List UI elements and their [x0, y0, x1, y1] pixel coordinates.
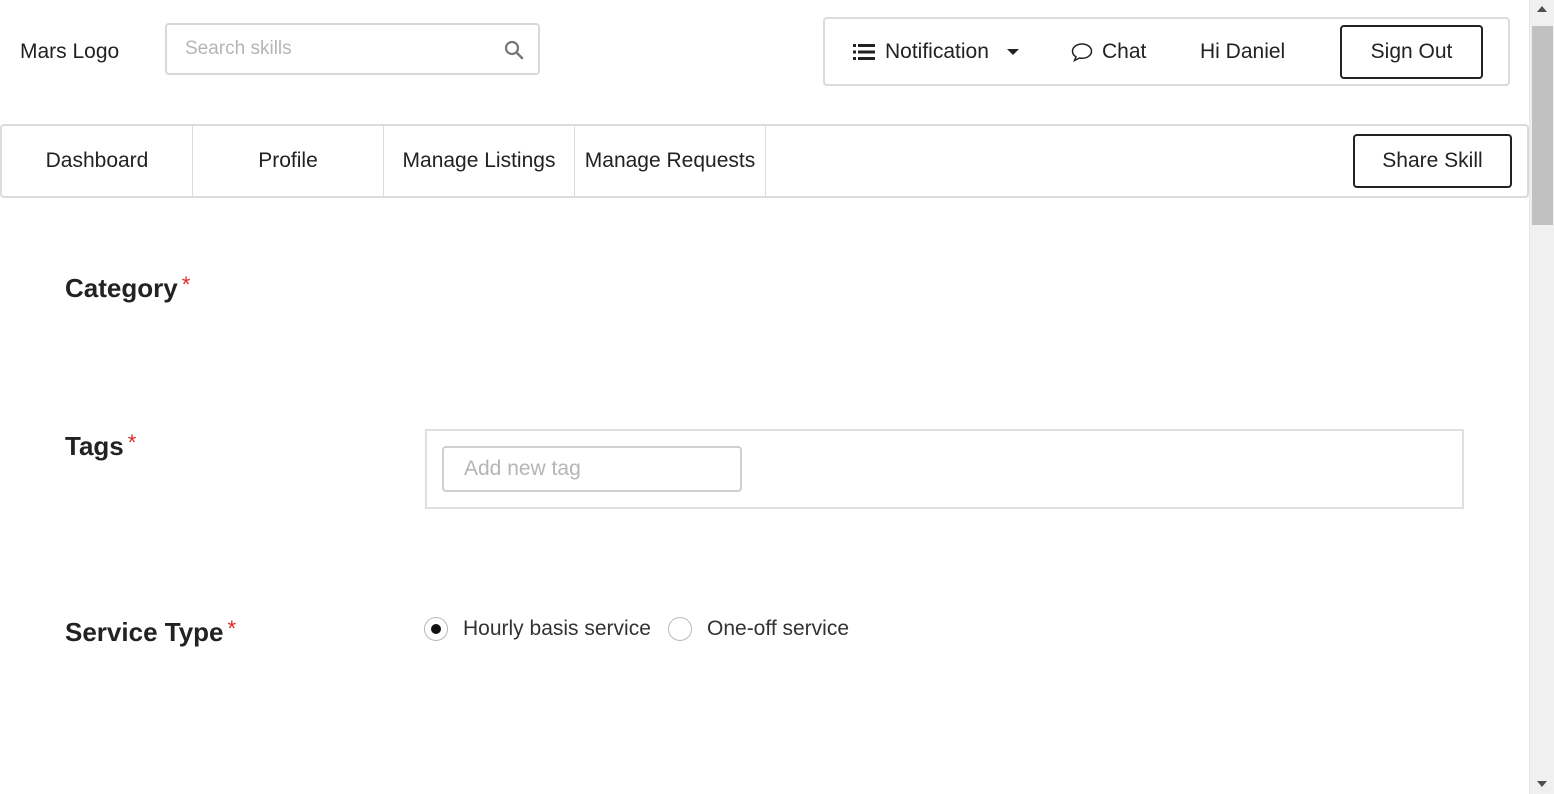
caret-down-icon — [1006, 48, 1019, 55]
main-nav: Dashboard Profile Manage Listings Manage… — [0, 124, 1529, 198]
mars-logo[interactable]: Mars Logo — [20, 40, 119, 64]
scroll-up-arrow-icon[interactable] — [1537, 6, 1547, 12]
radio-hourly-basis[interactable]: Hourly basis service — [424, 617, 651, 641]
tags-container — [425, 429, 1464, 509]
share-skill-button[interactable]: Share Skill — [1353, 134, 1512, 188]
tab-manage-requests[interactable]: Manage Requests — [575, 126, 766, 196]
tab-manage-listings[interactable]: Manage Listings — [384, 126, 575, 196]
required-mark: * — [127, 430, 137, 455]
tags-label: Tags * — [65, 430, 136, 462]
tags-label-text: Tags — [65, 431, 124, 461]
chat-bubble-icon — [1071, 42, 1093, 62]
required-mark: * — [181, 272, 191, 297]
scroll-down-arrow-icon[interactable] — [1537, 781, 1547, 787]
notification-dropdown[interactable]: Notification — [853, 19, 1019, 84]
search-input[interactable] — [185, 35, 485, 63]
vertical-scrollbar[interactable] — [1529, 0, 1554, 794]
radio-unchecked-icon[interactable] — [668, 617, 692, 641]
radio-one-off[interactable]: One-off service — [668, 617, 849, 641]
service-type-label-text: Service Type — [65, 617, 224, 647]
search-bar — [165, 23, 540, 75]
required-mark: * — [227, 616, 237, 641]
sign-out-button[interactable]: Sign Out — [1340, 25, 1483, 79]
radio-checked-icon[interactable] — [424, 617, 448, 641]
radio-one-off-label: One-off service — [707, 617, 850, 640]
tab-dashboard[interactable]: Dashboard — [2, 126, 193, 196]
list-icon — [853, 43, 875, 60]
radio-hourly-label: Hourly basis service — [463, 617, 651, 640]
search-icon[interactable] — [504, 40, 524, 60]
add-tag-input[interactable] — [442, 446, 742, 492]
notification-label: Notification — [885, 39, 989, 63]
user-greeting: Hi Daniel — [1200, 39, 1286, 63]
category-label: Category * — [65, 272, 190, 304]
service-type-label: Service Type * — [65, 616, 236, 648]
scrollbar-thumb[interactable] — [1532, 26, 1553, 225]
top-menu: Notification Chat Hi Daniel Sign Out — [823, 17, 1510, 86]
category-label-text: Category — [65, 273, 178, 303]
tab-profile[interactable]: Profile — [193, 126, 384, 196]
chat-link[interactable]: Chat — [1071, 19, 1146, 84]
chat-label: Chat — [1102, 39, 1147, 63]
